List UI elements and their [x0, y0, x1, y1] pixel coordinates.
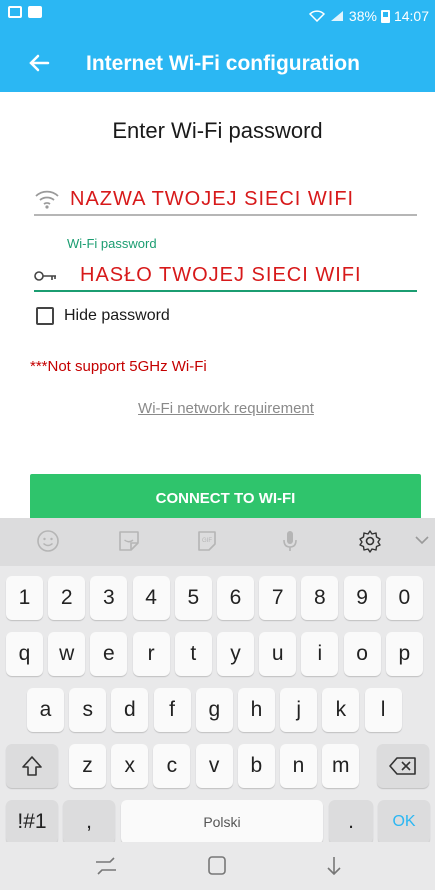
comma-key[interactable]: ,	[63, 800, 115, 844]
letter-row-1: qwertyuiop	[0, 632, 435, 676]
key-icon	[34, 271, 56, 281]
notification-icons	[8, 6, 42, 18]
password-field[interactable]: HASŁO TWOJEJ SIECI WIFI	[34, 260, 417, 292]
key-c[interactable]: c	[153, 744, 191, 788]
key-f[interactable]: f	[153, 688, 191, 732]
space-key[interactable]: Polski	[121, 800, 323, 844]
letter-row-2: asdfghjkl	[0, 688, 435, 732]
key-b[interactable]: b	[237, 744, 275, 788]
letter-row-3: zxcvbnm	[0, 744, 435, 788]
key-i[interactable]: i	[301, 632, 339, 676]
shift-key[interactable]	[6, 744, 58, 788]
key-s[interactable]: s	[69, 688, 107, 732]
key-v[interactable]: v	[195, 744, 233, 788]
hide-password-row[interactable]: Hide password	[36, 307, 170, 325]
key-e[interactable]: e	[90, 632, 128, 676]
keyboard-toolbar: GIF	[0, 518, 435, 566]
key-2[interactable]: 2	[48, 576, 86, 620]
app-notification-icon	[28, 6, 42, 18]
key-o[interactable]: o	[343, 632, 381, 676]
page-title: Internet Wi-Fi configuration	[86, 52, 360, 75]
requirement-link[interactable]: Wi-Fi network requirement	[0, 400, 435, 417]
key-a[interactable]: a	[27, 688, 64, 732]
key-5[interactable]: 5	[174, 576, 212, 620]
gallery-notification-icon	[8, 6, 22, 18]
hide-password-checkbox[interactable]	[36, 307, 54, 325]
key-d[interactable]: d	[111, 688, 149, 732]
key-l[interactable]: l	[364, 688, 402, 732]
app-bar: Internet Wi-Fi configuration	[0, 36, 435, 92]
key-p[interactable]: p	[385, 632, 423, 676]
backspace-key[interactable]	[377, 744, 429, 788]
symbols-key[interactable]: !#1	[6, 800, 58, 844]
key-t[interactable]: t	[174, 632, 212, 676]
back-arrow-icon[interactable]	[24, 48, 54, 78]
keyboard-hide-icon[interactable]	[320, 854, 348, 878]
bottom-row: !#1 , Polski . OK	[0, 800, 435, 844]
key-m[interactable]: m	[322, 744, 360, 788]
key-n[interactable]: n	[280, 744, 317, 788]
key-w[interactable]: w	[48, 632, 86, 676]
period-key[interactable]: .	[329, 800, 373, 844]
key-z[interactable]: z	[69, 744, 106, 788]
signal-icon	[330, 11, 343, 21]
key-y[interactable]: y	[217, 632, 254, 676]
keyboard: GIF 1234567890 qwertyuiop asdfghjkl zxcv…	[0, 518, 435, 890]
key-7[interactable]: 7	[259, 576, 297, 620]
hide-password-label: Hide password	[64, 307, 170, 324]
key-6[interactable]: 6	[217, 576, 254, 620]
key-8[interactable]: 8	[301, 576, 339, 620]
key-4[interactable]: 4	[132, 576, 170, 620]
gif-icon[interactable]: GIF	[193, 528, 221, 556]
battery-icon	[380, 9, 390, 23]
key-g[interactable]: g	[195, 688, 233, 732]
home-icon[interactable]	[203, 854, 231, 878]
key-x[interactable]: x	[111, 744, 149, 788]
wifi-status-icon	[308, 10, 325, 22]
svg-text:GIF: GIF	[202, 538, 212, 544]
settings-icon[interactable]	[356, 528, 384, 556]
number-row: 1234567890	[0, 576, 435, 620]
recent-apps-icon[interactable]	[92, 854, 120, 878]
collapse-icon[interactable]	[408, 528, 435, 556]
battery-percent: 38%	[348, 8, 377, 24]
ssid-value: NAZWA TWOJEJ SIECI WIFI	[70, 188, 355, 210]
key-3[interactable]: 3	[90, 576, 128, 620]
status-bar: 38% 14:07	[0, 0, 435, 36]
key-j[interactable]: j	[280, 688, 318, 732]
password-label: Wi-Fi password	[67, 236, 157, 251]
key-0[interactable]: 0	[385, 576, 423, 620]
key-r[interactable]: r	[132, 632, 170, 676]
5ghz-warning: ***Not support 5GHz Wi-Fi	[30, 358, 207, 375]
microphone-icon[interactable]	[276, 528, 304, 556]
wifi-icon	[35, 190, 59, 209]
ssid-field[interactable]: NAZWA TWOJEJ SIECI WIFI	[34, 186, 417, 216]
key-9[interactable]: 9	[343, 576, 381, 620]
ok-key[interactable]: OK	[378, 800, 430, 844]
status-right: 38% 14:07	[308, 8, 429, 24]
key-1[interactable]: 1	[6, 576, 43, 620]
key-u[interactable]: u	[259, 632, 297, 676]
navigation-bar	[0, 842, 435, 890]
connect-button[interactable]: CONNECT TO WI-FI	[30, 474, 421, 524]
emoji-icon[interactable]	[34, 528, 62, 556]
password-value: HASŁO TWOJEJ SIECI WIFI	[80, 264, 362, 286]
key-q[interactable]: q	[6, 632, 43, 676]
form-heading: Enter Wi-Fi password	[112, 118, 323, 143]
sticker-icon[interactable]	[115, 528, 143, 556]
key-h[interactable]: h	[238, 688, 275, 732]
key-k[interactable]: k	[322, 688, 360, 732]
clock: 14:07	[393, 8, 429, 24]
